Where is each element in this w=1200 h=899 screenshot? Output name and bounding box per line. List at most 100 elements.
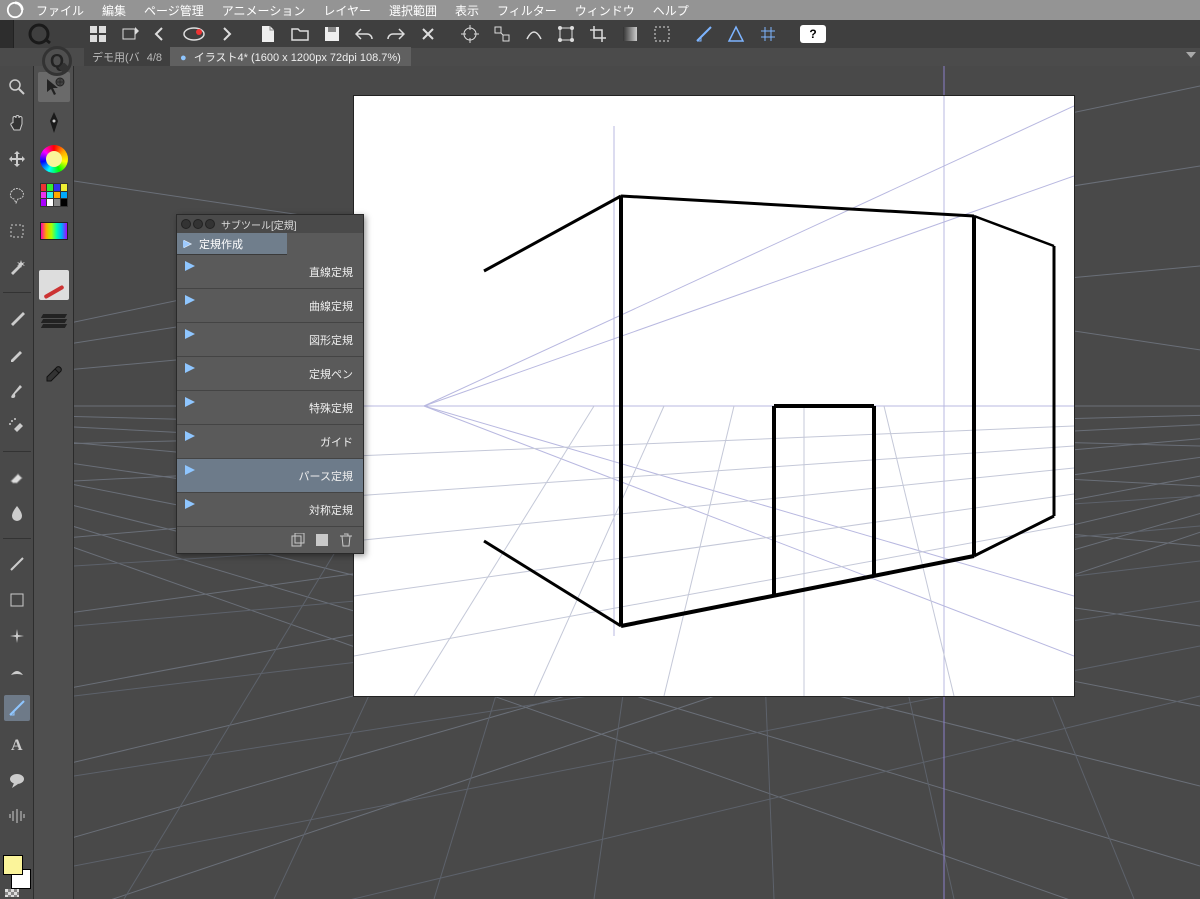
cursor-settings-icon[interactable]: [38, 72, 70, 102]
duplicate-subtool-icon[interactable]: [291, 533, 305, 547]
subtool-item-symmetry-ruler[interactable]: 対称定規: [177, 493, 363, 527]
ruler-category-icon: [183, 240, 191, 248]
menu-help[interactable]: ヘルプ: [653, 2, 689, 19]
document-tab-active[interactable]: ● イラスト4* (1600 x 1200px 72dpi 108.7%): [170, 47, 411, 67]
correct-tool-icon[interactable]: [4, 803, 30, 829]
move-tool-icon[interactable]: [4, 146, 30, 172]
subtool-label: 曲線定規: [309, 298, 353, 314]
document-tab-strip: デモ用(バ 4/8 ● イラスト4* (1600 x 1200px 72dpi …: [0, 48, 1200, 66]
menu-page[interactable]: ページ管理: [144, 2, 204, 19]
panel-window-controls[interactable]: [181, 219, 215, 229]
export-icon[interactable]: [115, 22, 145, 46]
balloon-tool-icon[interactable]: [4, 767, 30, 793]
subtool-item-perspective-ruler[interactable]: パース定規: [177, 459, 363, 493]
color-palette-icon[interactable]: [38, 180, 70, 210]
undo-icon[interactable]: [349, 22, 379, 46]
text-tool-icon[interactable]: A: [4, 731, 30, 757]
new-subtool-icon[interactable]: [315, 533, 329, 547]
smudge-tool-icon[interactable]: [4, 659, 30, 685]
brush-tool-icon[interactable]: [4, 377, 30, 403]
panel-titlebar[interactable]: サブツール[定規]: [177, 215, 363, 233]
tab-overflow-icon[interactable]: [1186, 52, 1196, 58]
canvas-paper: [354, 96, 1074, 696]
new-file-icon[interactable]: [253, 22, 283, 46]
brush-preview-icon[interactable]: [38, 270, 70, 300]
pencil-tool-icon[interactable]: [4, 341, 30, 367]
subtool-item-special-ruler[interactable]: 特殊定規: [177, 391, 363, 425]
wand-tool-icon[interactable]: [4, 254, 30, 280]
transform-icon[interactable]: [551, 22, 581, 46]
ruler-icon: [185, 397, 195, 407]
gradient-bar-icon[interactable]: [38, 216, 70, 246]
ruler-tool-icon[interactable]: [4, 695, 30, 721]
record-icon[interactable]: [179, 22, 209, 46]
airbrush-tool-icon[interactable]: [4, 413, 30, 439]
marquee-tool-icon[interactable]: [4, 218, 30, 244]
help-button[interactable]: ?: [800, 25, 826, 43]
foreground-color-swatch[interactable]: [3, 855, 23, 875]
tab-demo-page: 4/8: [147, 52, 162, 64]
curve-icon[interactable]: [519, 22, 549, 46]
target-icon[interactable]: [455, 22, 485, 46]
panel-footer: [177, 527, 363, 553]
select-bounds-icon[interactable]: [647, 22, 677, 46]
open-file-icon[interactable]: [285, 22, 315, 46]
menu-layer[interactable]: レイヤー: [323, 2, 371, 19]
ruler-icon: [185, 465, 195, 475]
gradient-icon[interactable]: [615, 22, 645, 46]
alpha-swatch-icon: [5, 889, 19, 897]
save-icon[interactable]: [317, 22, 347, 46]
eraser-tool-icon[interactable]: [4, 464, 30, 490]
document-tab-demo[interactable]: デモ用(バ 4/8: [84, 47, 170, 67]
subtool-item-line-ruler[interactable]: 直線定規: [177, 255, 363, 289]
subtool-category-tab[interactable]: 定規作成: [177, 233, 287, 255]
lasso-tool-icon[interactable]: [4, 182, 30, 208]
edge-handle[interactable]: [0, 20, 14, 48]
subtool-panel[interactable]: サブツール[定規] 定規作成 直線定規 曲線定規 図形定規 定規ペン 特殊定規 …: [176, 214, 364, 554]
fill-tool-icon[interactable]: [4, 587, 30, 613]
subtool-item-ruler-pen[interactable]: 定規ペン: [177, 357, 363, 391]
menu-file[interactable]: ファイル: [36, 2, 84, 19]
pen-tool-icon[interactable]: [4, 305, 30, 331]
step-back-icon[interactable]: [147, 22, 177, 46]
subtool-label: パース定規: [299, 468, 353, 484]
canvas-viewport[interactable]: サブツール[定規] 定規作成 直線定規 曲線定規 図形定規 定規ペン 特殊定規 …: [74, 66, 1200, 899]
snap-grid-icon[interactable]: [753, 22, 783, 46]
snap-perspective-icon[interactable]: [721, 22, 751, 46]
menu-view[interactable]: 表示: [455, 2, 479, 19]
ruler-icon: [185, 363, 195, 373]
delete-icon[interactable]: [413, 22, 443, 46]
redo-icon[interactable]: [381, 22, 411, 46]
hand-tool-icon[interactable]: [4, 110, 30, 136]
align-icon[interactable]: [487, 22, 517, 46]
color-swatches[interactable]: [3, 855, 31, 889]
blend-tool-icon[interactable]: [4, 500, 30, 526]
grid-layout-icon[interactable]: [83, 22, 113, 46]
delete-subtool-icon[interactable]: [339, 533, 353, 547]
menu-animation[interactable]: アニメーション: [222, 2, 306, 19]
menu-filter[interactable]: フィルター: [497, 2, 557, 19]
layer-stack-icon[interactable]: [38, 306, 70, 336]
step-fwd-icon[interactable]: [211, 22, 241, 46]
svg-text:A: A: [11, 737, 23, 753]
tab-dirty-icon: ●: [180, 52, 187, 64]
subtool-label: 対称定規: [309, 502, 353, 518]
sparkle-tool-icon[interactable]: [4, 623, 30, 649]
subtool-item-curve-ruler[interactable]: 曲線定規: [177, 289, 363, 323]
subtool-label: 直線定規: [309, 264, 353, 280]
snap-ruler-icon[interactable]: [689, 22, 719, 46]
ruler-icon: [185, 329, 195, 339]
menu-selection[interactable]: 選択範囲: [389, 2, 437, 19]
subtool-item-shape-ruler[interactable]: 図形定規: [177, 323, 363, 357]
quick-access-badge[interactable]: Q: [42, 46, 72, 76]
line-tool-icon[interactable]: [4, 551, 30, 577]
subtool-item-guide[interactable]: ガイド: [177, 425, 363, 459]
eyedropper-setting-icon[interactable]: [38, 360, 70, 390]
magnifier-tool-icon[interactable]: [4, 74, 30, 100]
menu-window[interactable]: ウィンドウ: [575, 2, 635, 19]
color-wheel-icon[interactable]: [38, 144, 70, 174]
crop-icon[interactable]: [583, 22, 613, 46]
menu-edit[interactable]: 編集: [102, 2, 126, 19]
top-toolbar: ?: [0, 20, 1200, 48]
nib-icon[interactable]: [38, 108, 70, 138]
